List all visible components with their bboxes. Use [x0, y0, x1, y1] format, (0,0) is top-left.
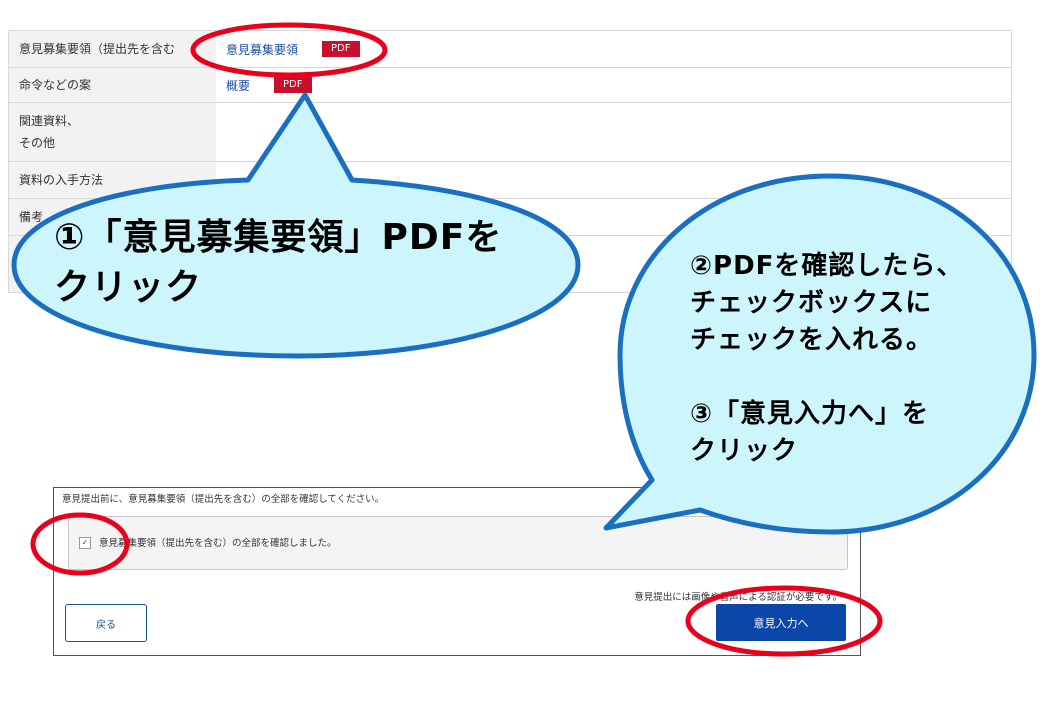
callout-step2-text: ②PDFを確認したら、 チェックボックスに チェックを入れる。 ③「意見入力へ」… — [690, 251, 964, 466]
callout-step1-text: ①「意見募集要領」PDFを クリック — [54, 217, 503, 308]
highlight-ring-checkbox — [30, 512, 130, 576]
highlight-ring-guideline — [190, 22, 388, 78]
highlight-ring-next — [685, 585, 883, 657]
